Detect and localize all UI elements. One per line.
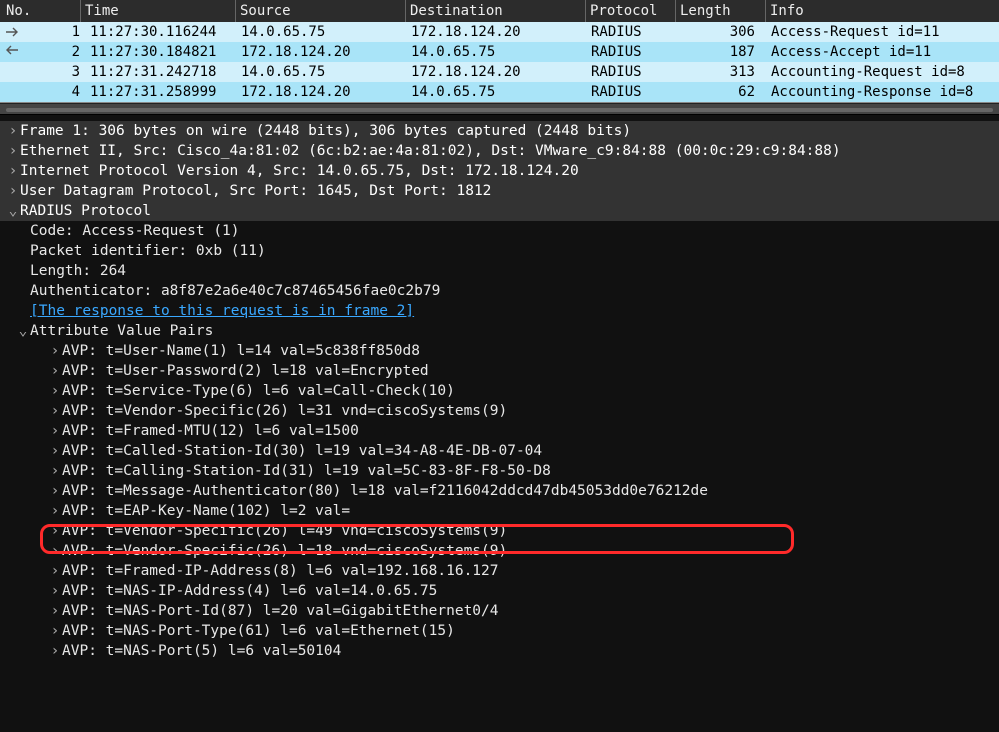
avp-item[interactable]: ›AVP: t=NAS-Port-Id(87) l=20 val=Gigabit… xyxy=(0,601,999,621)
expand-toggle-icon[interactable]: › xyxy=(48,441,62,461)
packet-rows: 1 11:27:30.116244 14.0.65.75 172.18.124.… xyxy=(0,22,999,102)
avp-item[interactable]: ›AVP: t=Framed-IP-Address(8) l=6 val=192… xyxy=(0,561,999,581)
col-header-source[interactable]: Source xyxy=(235,0,405,22)
avp-label: AVP: t=NAS-Port-Type(61) l=6 val=Etherne… xyxy=(62,621,455,641)
avp-item[interactable]: ›AVP: t=EAP-Key-Name(102) l=2 val= xyxy=(0,501,999,521)
tree-label: Internet Protocol Version 4, Src: 14.0.6… xyxy=(20,161,579,181)
table-row[interactable]: 2 11:27:30.184821 172.18.124.20 14.0.65.… xyxy=(0,42,999,62)
field-code[interactable]: Code: Access-Request (1) xyxy=(0,221,999,241)
avp-label: AVP: t=Service-Type(6) l=6 val=Call-Chec… xyxy=(62,381,455,401)
table-row[interactable]: 1 11:27:30.116244 14.0.65.75 172.18.124.… xyxy=(0,22,999,42)
col-header-no[interactable]: No. xyxy=(0,0,80,22)
table-row[interactable]: 3 11:27:31.242718 14.0.65.75 172.18.124.… xyxy=(0,62,999,82)
table-row[interactable]: 4 11:27:31.258999 172.18.124.20 14.0.65.… xyxy=(0,82,999,102)
tree-label: Ethernet II, Src: Cisco_4a:81:02 (6c:b2:… xyxy=(20,141,841,161)
col-header-time[interactable]: Time xyxy=(80,0,235,22)
avp-item[interactable]: ›AVP: t=Framed-MTU(12) l=6 val=1500 xyxy=(0,421,999,441)
avp-label: AVP: t=NAS-Port-Id(87) l=20 val=GigabitE… xyxy=(62,601,499,621)
col-header-protocol[interactable]: Protocol xyxy=(585,0,675,22)
avp-label: AVP: t=Vendor-Specific(26) l=49 vnd=cisc… xyxy=(62,521,507,541)
expand-toggle-icon[interactable]: › xyxy=(48,381,62,401)
avp-label: AVP: t=Vendor-Specific(26) l=31 vnd=cisc… xyxy=(62,401,507,421)
expand-toggle-icon[interactable]: › xyxy=(6,181,20,201)
tree-label: Attribute Value Pairs xyxy=(30,321,213,341)
avp-item[interactable]: ›AVP: t=NAS-Port(5) l=6 val=50104 xyxy=(0,641,999,661)
collapse-toggle-icon[interactable]: ⌄ xyxy=(6,201,20,221)
expand-toggle-icon[interactable]: › xyxy=(48,581,62,601)
tree-item-ip[interactable]: › Internet Protocol Version 4, Src: 14.0… xyxy=(0,161,999,181)
tree-item-avps[interactable]: ⌄ Attribute Value Pairs xyxy=(0,321,999,341)
packet-details-panel: › Frame 1: 306 bytes on wire (2448 bits)… xyxy=(0,115,999,661)
tree-label: RADIUS Protocol xyxy=(20,201,151,221)
expand-toggle-icon[interactable]: › xyxy=(6,141,20,161)
avp-item[interactable]: ›AVP: t=Vendor-Specific(26) l=31 vnd=cis… xyxy=(0,401,999,421)
avp-item[interactable]: ›AVP: t=NAS-IP-Address(4) l=6 val=14.0.6… xyxy=(0,581,999,601)
field-length[interactable]: Length: 264 xyxy=(0,261,999,281)
tree-label: Frame 1: 306 bytes on wire (2448 bits), … xyxy=(20,121,631,141)
expand-toggle-icon[interactable]: › xyxy=(48,461,62,481)
expand-toggle-icon[interactable]: › xyxy=(48,481,62,501)
avp-label: AVP: t=NAS-IP-Address(4) l=6 val=14.0.65… xyxy=(62,581,437,601)
col-header-destination[interactable]: Destination xyxy=(405,0,585,22)
expand-toggle-icon[interactable]: › xyxy=(48,641,62,661)
col-header-info[interactable]: Info xyxy=(765,0,999,22)
avp-item[interactable]: ›AVP: t=Vendor-Specific(26) l=18 vnd=cis… xyxy=(0,541,999,561)
expand-toggle-icon[interactable]: › xyxy=(48,501,62,521)
avp-label: AVP: t=Message-Authenticator(80) l=18 va… xyxy=(62,481,708,501)
tree-item-ethernet[interactable]: › Ethernet II, Src: Cisco_4a:81:02 (6c:b… xyxy=(0,141,999,161)
field-authenticator[interactable]: Authenticator: a8f87e2a6e40c7c87465456fa… xyxy=(0,281,999,301)
avp-item[interactable]: ›AVP: t=NAS-Port-Type(61) l=6 val=Ethern… xyxy=(0,621,999,641)
avp-label: AVP: t=Framed-IP-Address(8) l=6 val=192.… xyxy=(62,561,499,581)
avp-label: AVP: t=User-Name(1) l=14 val=5c838ff850d… xyxy=(62,341,420,361)
tree-item-frame[interactable]: › Frame 1: 306 bytes on wire (2448 bits)… xyxy=(0,121,999,141)
arrow-right-icon xyxy=(4,24,20,40)
pane-splitter[interactable] xyxy=(0,103,999,115)
col-header-length[interactable]: Length xyxy=(675,0,765,22)
avp-label: AVP: t=User-Password(2) l=18 val=Encrypt… xyxy=(62,361,429,381)
avp-item[interactable]: ›AVP: t=Called-Station-Id(30) l=19 val=3… xyxy=(0,441,999,461)
avp-label: AVP: t=Calling-Station-Id(31) l=19 val=5… xyxy=(62,461,551,481)
collapse-toggle-icon[interactable]: ⌄ xyxy=(16,321,30,341)
packet-list-panel: No. Time Source Destination Protocol Len… xyxy=(0,0,999,103)
expand-toggle-icon[interactable]: › xyxy=(48,601,62,621)
tree-item-radius[interactable]: ⌄ RADIUS Protocol xyxy=(0,201,999,221)
tree-label: User Datagram Protocol, Src Port: 1645, … xyxy=(20,181,491,201)
avp-label: AVP: t=Called-Station-Id(30) l=19 val=34… xyxy=(62,441,542,461)
avp-label: AVP: t=Framed-MTU(12) l=6 val=1500 xyxy=(62,421,359,441)
expand-toggle-icon[interactable]: › xyxy=(48,621,62,641)
arrow-left-icon xyxy=(4,42,20,58)
expand-toggle-icon[interactable]: › xyxy=(48,341,62,361)
expand-toggle-icon[interactable]: › xyxy=(48,561,62,581)
avp-item[interactable]: ›AVP: t=User-Name(1) l=14 val=5c838ff850… xyxy=(0,341,999,361)
avp-item[interactable]: ›AVP: t=Calling-Station-Id(31) l=19 val=… xyxy=(0,461,999,481)
packet-list-header: No. Time Source Destination Protocol Len… xyxy=(0,0,999,22)
avp-item[interactable]: ›AVP: t=Vendor-Specific(26) l=49 vnd=cis… xyxy=(0,521,999,541)
field-response-reference[interactable]: [The response to this request is in fram… xyxy=(0,301,999,321)
expand-toggle-icon[interactable]: › xyxy=(48,541,62,561)
expand-toggle-icon[interactable]: › xyxy=(48,401,62,421)
related-packet-indicator xyxy=(4,24,20,58)
expand-toggle-icon[interactable]: › xyxy=(48,421,62,441)
expand-toggle-icon[interactable]: › xyxy=(48,521,62,541)
expand-toggle-icon[interactable]: › xyxy=(48,361,62,381)
tree-item-udp[interactable]: › User Datagram Protocol, Src Port: 1645… xyxy=(0,181,999,201)
field-packet-identifier[interactable]: Packet identifier: 0xb (11) xyxy=(0,241,999,261)
avp-label: AVP: t=EAP-Key-Name(102) l=2 val= xyxy=(62,501,350,521)
avp-label: AVP: t=NAS-Port(5) l=6 val=50104 xyxy=(62,641,341,661)
avp-item[interactable]: ›AVP: t=Service-Type(6) l=6 val=Call-Che… xyxy=(0,381,999,401)
avp-item[interactable]: ›AVP: t=Message-Authenticator(80) l=18 v… xyxy=(0,481,999,501)
expand-toggle-icon[interactable]: › xyxy=(6,121,20,141)
avp-label: AVP: t=Vendor-Specific(26) l=18 vnd=cisc… xyxy=(62,541,507,561)
expand-toggle-icon[interactable]: › xyxy=(6,161,20,181)
avp-item[interactable]: ›AVP: t=User-Password(2) l=18 val=Encryp… xyxy=(0,361,999,381)
